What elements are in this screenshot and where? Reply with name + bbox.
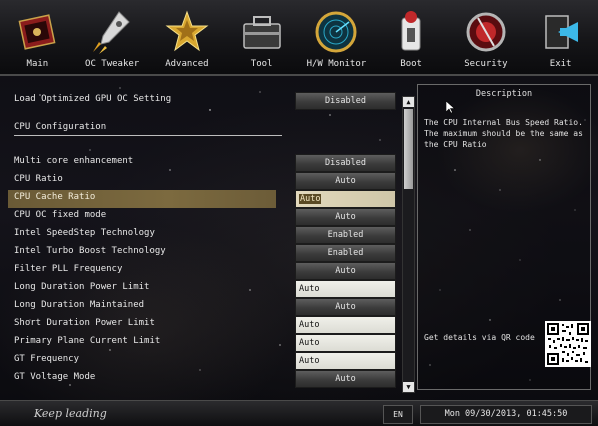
setting-label: Intel SpeedStep Technology: [14, 228, 155, 238]
setting-input[interactable]: Auto: [295, 280, 396, 298]
setting-input[interactable]: Auto: [295, 334, 396, 352]
language-button[interactable]: EN: [383, 405, 413, 424]
scroll-down-icon[interactable]: ▼: [403, 382, 414, 392]
star-icon: [165, 10, 209, 52]
setting-value[interactable]: Auto: [295, 298, 396, 316]
setting-label: CPU Cache Ratio: [14, 192, 96, 202]
setting-label: Intel Turbo Boost Technology: [14, 246, 166, 256]
setting-label: GT Frequency: [14, 354, 80, 364]
rocket-icon: [93, 11, 130, 54]
setting-value[interactable]: Enabled: [295, 244, 396, 262]
nav-main-label: Main: [26, 59, 49, 69]
nav-security-label: Security: [464, 59, 508, 69]
boot-icon: [401, 11, 421, 51]
nav-boot-label: Boot: [400, 59, 422, 69]
setting-value[interactable]: Auto: [295, 172, 396, 190]
description-panel: Description The CPU Internal Bus Speed R…: [417, 84, 591, 390]
section-divider: [14, 135, 282, 136]
setting-row[interactable]: Short Duration Power Limit Auto: [8, 316, 408, 334]
setting-label: Primary Plane Current Limit: [14, 336, 161, 346]
setting-label: Multi core enhancement: [14, 156, 134, 166]
setting-row-selected[interactable]: CPU Cache Ratio: [8, 190, 276, 208]
nav-oc-tweaker[interactable]: OC Tweaker: [75, 0, 150, 74]
setting-label: Long Duration Power Limit: [14, 282, 150, 292]
qr-label: Get details via QR code: [424, 333, 535, 342]
setting-label: CPU OC fixed mode: [14, 210, 107, 220]
settings-panel: Load Optimized GPU OC Setting Disabled C…: [8, 82, 404, 392]
nav-hw-monitor-label: H/W Monitor: [306, 59, 367, 69]
scroll-up-icon[interactable]: ▲: [403, 97, 414, 107]
exit-icon: [544, 15, 578, 49]
setting-label: Filter PLL Frequency: [14, 264, 123, 274]
scroll-thumb[interactable]: [404, 109, 413, 189]
setting-value[interactable]: Auto: [295, 208, 396, 226]
radar-icon: [315, 11, 357, 53]
qr-code-icon[interactable]: [545, 321, 591, 367]
setting-row[interactable]: Filter PLL Frequency Auto: [8, 262, 408, 280]
setting-value[interactable]: Auto: [295, 262, 396, 280]
setting-row[interactable]: CPU OC fixed mode Auto: [8, 208, 408, 226]
nav-hw-monitor[interactable]: H/W Monitor: [299, 0, 374, 74]
setting-input-selected[interactable]: Auto: [295, 190, 396, 208]
mouse-cursor-icon: [446, 101, 455, 114]
setting-value[interactable]: Disabled: [295, 154, 396, 172]
setting-row[interactable]: GT Frequency Auto: [8, 352, 408, 370]
nav-exit-label: Exit: [549, 59, 572, 69]
nav-boot[interactable]: Boot: [374, 0, 449, 74]
nav-tool[interactable]: Tool: [224, 0, 299, 74]
setting-input[interactable]: Auto: [295, 352, 396, 370]
slogan-logo: Keep leading: [34, 407, 107, 420]
setting-value-button[interactable]: Disabled: [295, 92, 396, 110]
setting-label: Short Duration Power Limit: [14, 318, 155, 328]
nav-advanced-label: Advanced: [165, 59, 209, 69]
main-icon: [18, 14, 56, 50]
description-title: Description: [475, 89, 533, 99]
setting-row[interactable]: Long Duration Maintained Auto: [8, 298, 408, 316]
setting-row[interactable]: Long Duration Power Limit Auto: [8, 280, 408, 298]
nav-oc-tweaker-label: OC Tweaker: [85, 59, 140, 69]
setting-label: GT Voltage Mode: [14, 372, 96, 382]
input-text: Auto: [299, 194, 322, 204]
nav-security[interactable]: Security: [449, 0, 524, 74]
shield-icon: [466, 12, 506, 52]
nav-tool-label: Tool: [250, 59, 273, 69]
setting-input[interactable]: Auto: [295, 316, 396, 334]
nav-advanced[interactable]: Advanced: [150, 0, 225, 74]
setting-row[interactable]: Primary Plane Current Limit Auto: [8, 334, 408, 352]
setting-row[interactable]: Multi core enhancement Disabled: [8, 154, 408, 172]
setting-value[interactable]: Enabled: [295, 226, 396, 244]
main-nav: Main OC Tweaker Advanced Tool H/W Monito…: [0, 0, 598, 74]
nav-exit[interactable]: Exit: [523, 0, 598, 74]
setting-row[interactable]: Intel Turbo Boost Technology Enabled: [8, 244, 408, 262]
setting-label: CPU Ratio: [14, 174, 63, 184]
setting-label: Long Duration Maintained: [14, 300, 145, 310]
setting-row[interactable]: Intel SpeedStep Technology Enabled: [8, 226, 408, 244]
setting-label: Load Optimized GPU OC Setting: [14, 94, 172, 104]
nav-main[interactable]: Main: [0, 0, 75, 74]
description-text: The CPU Internal Bus Speed Ratio. The ma…: [424, 118, 583, 149]
setting-row[interactable]: GT Voltage Mode Auto: [8, 370, 408, 388]
setting-row[interactable]: CPU Ratio Auto: [8, 172, 408, 190]
toolbox-icon: [242, 16, 281, 49]
datetime-display: Mon 09/30/2013, 01:45:50: [420, 405, 592, 424]
setting-value[interactable]: Auto: [295, 370, 396, 388]
setting-row-load-optimized[interactable]: Load Optimized GPU OC Setting Disabled: [8, 92, 408, 110]
section-title: CPU Configuration: [14, 122, 107, 132]
settings-scrollbar[interactable]: ▲ ▼: [402, 96, 415, 393]
